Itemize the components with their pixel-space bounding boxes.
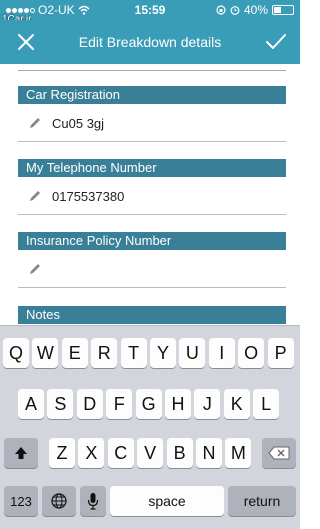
notes-header: Notes (18, 306, 286, 324)
key-h[interactable]: H (165, 389, 191, 419)
navigation-bar: Edit Breakdown details (0, 20, 300, 64)
key-x[interactable]: X (78, 438, 105, 468)
keyboard: QWERTYUIOP ASDFGHJKL ZXCVBNM 123 space r… (0, 325, 300, 529)
car-registration-value[interactable]: Cu05 3gj (52, 116, 104, 131)
numbers-key[interactable]: 123 (4, 486, 38, 516)
key-q[interactable]: Q (3, 338, 29, 368)
battery-level (274, 7, 281, 13)
key-b[interactable]: B (166, 438, 193, 468)
previous-field-divider (18, 70, 286, 71)
backspace-icon (268, 446, 290, 460)
space-key[interactable]: space (110, 486, 224, 516)
key-i[interactable]: I (208, 338, 235, 368)
breakdown-form: Car Registration Cu05 3gj My Telephone N… (0, 64, 300, 325)
checkmark-icon (266, 34, 286, 49)
dictation-key[interactable] (80, 486, 106, 516)
battery-percent: 40% (243, 3, 268, 17)
status-bar: O2-UK 15:59 40% 1Car.ir (0, 0, 300, 25)
status-right: 40% (216, 3, 294, 17)
globe-icon (51, 493, 67, 509)
key-j[interactable]: J (194, 389, 221, 419)
rotation-lock-icon (216, 5, 226, 15)
telephone-value[interactable]: 0175537380 (52, 189, 124, 204)
key-k[interactable]: K (223, 389, 250, 419)
backspace-key[interactable] (262, 438, 296, 468)
return-key[interactable]: return (228, 486, 296, 516)
done-button[interactable] (264, 30, 288, 54)
key-g[interactable]: G (135, 389, 162, 419)
microphone-icon (87, 493, 99, 510)
key-a[interactable]: A (18, 389, 44, 419)
battery-icon (272, 5, 294, 15)
key-p[interactable]: P (267, 338, 294, 368)
key-r[interactable]: R (91, 338, 118, 368)
insurance-header: Insurance Policy Number (18, 232, 286, 250)
key-o[interactable]: O (238, 338, 265, 368)
pencil-icon (30, 118, 40, 128)
telephone-header: My Telephone Number (18, 159, 286, 177)
alarm-icon (230, 6, 240, 15)
key-c[interactable]: C (107, 438, 134, 468)
key-d[interactable]: D (76, 389, 103, 419)
key-v[interactable]: V (137, 438, 164, 468)
car-registration-field[interactable]: Cu05 3gj (18, 106, 286, 142)
car-registration-header: Car Registration (18, 86, 286, 104)
key-y[interactable]: Y (150, 338, 176, 368)
key-m[interactable]: M (225, 438, 252, 468)
key-n[interactable]: N (196, 438, 222, 468)
key-z[interactable]: Z (49, 438, 75, 468)
key-u[interactable]: U (179, 338, 206, 368)
pencil-icon (30, 191, 40, 201)
key-e[interactable]: E (61, 338, 88, 368)
telephone-field[interactable]: 0175537380 (18, 179, 286, 215)
key-s[interactable]: S (47, 389, 74, 419)
shift-icon (15, 447, 27, 459)
key-t[interactable]: T (120, 338, 147, 368)
page-title: Edit Breakdown details (78, 34, 222, 50)
insurance-field[interactable] (18, 252, 286, 288)
key-f[interactable]: F (106, 389, 133, 419)
key-l[interactable]: L (253, 389, 280, 419)
shift-key[interactable] (4, 438, 38, 468)
key-w[interactable]: W (32, 338, 59, 368)
pencil-icon (30, 264, 40, 274)
globe-key[interactable] (42, 486, 76, 516)
